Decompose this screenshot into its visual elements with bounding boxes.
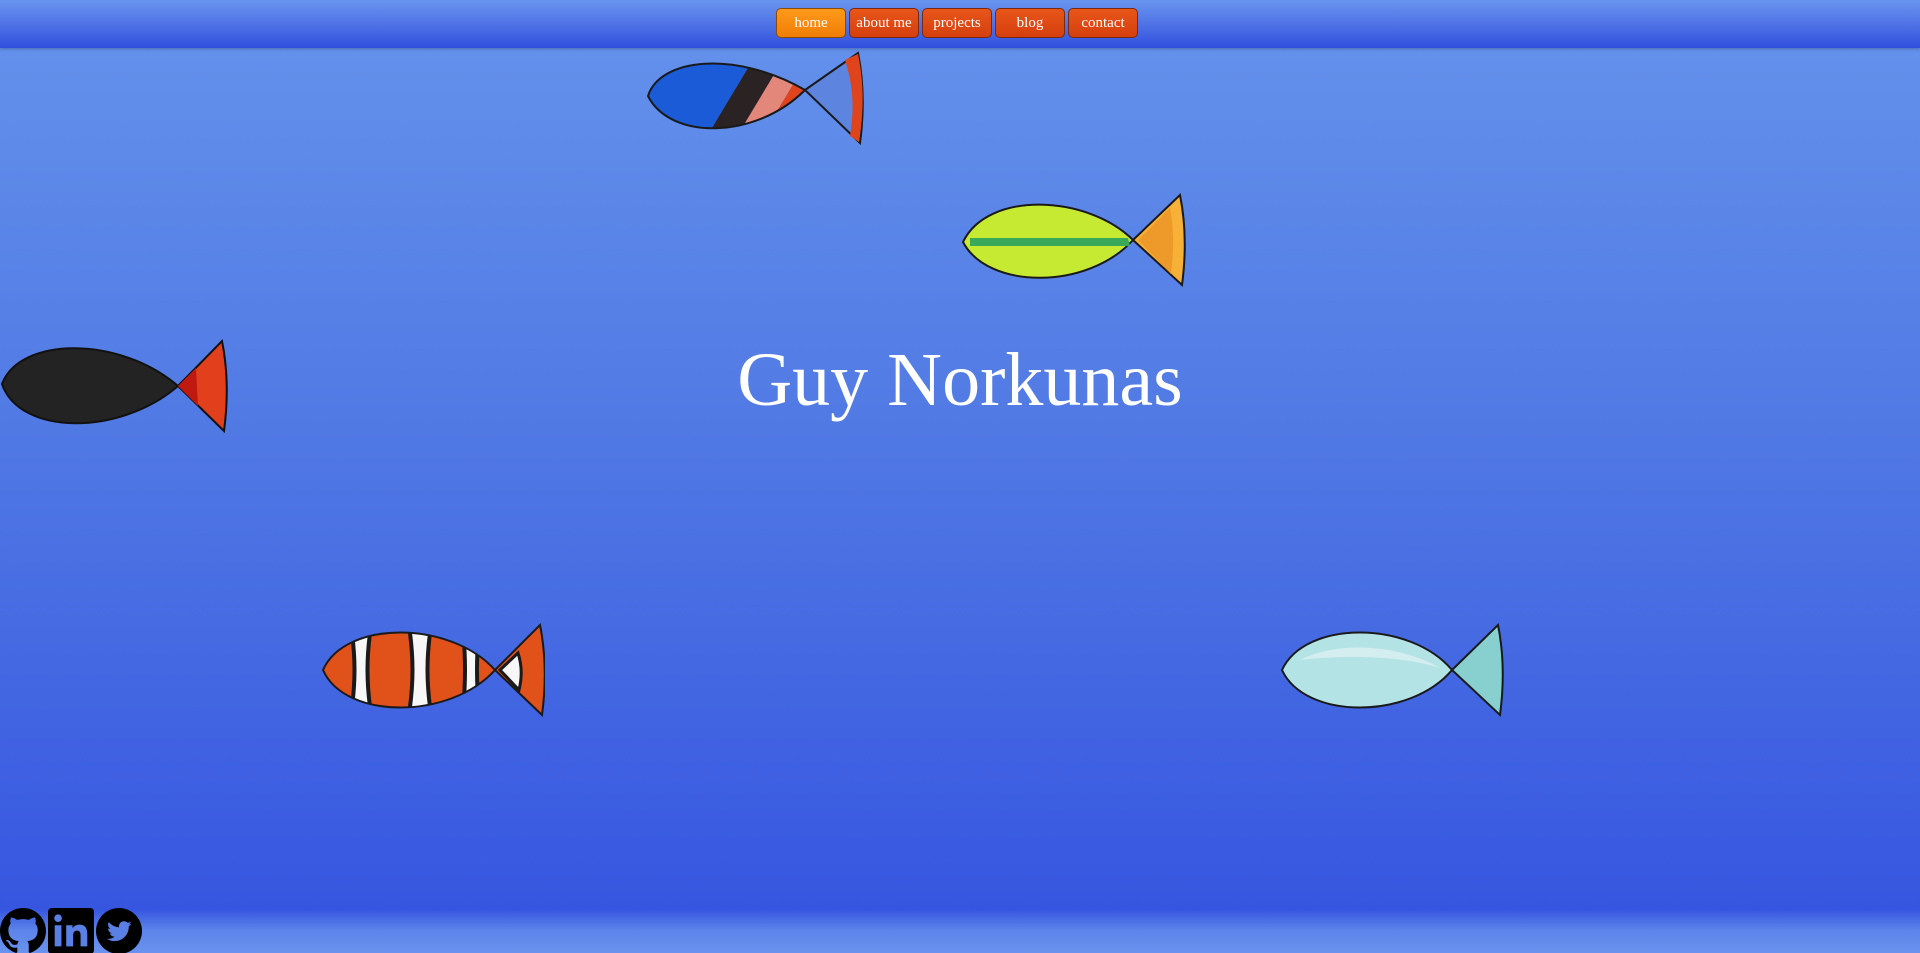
- linkedin-icon[interactable]: [48, 908, 94, 953]
- pale-blue-fish: [1280, 622, 1504, 718]
- nav-projects-button[interactable]: projects: [922, 8, 992, 38]
- social-links: [0, 908, 142, 953]
- footer-bar: [0, 908, 1920, 953]
- top-navigation-bar: home about me projects blog contact: [0, 0, 1920, 48]
- blue-tang-fish: [646, 51, 864, 146]
- nav-blog-button[interactable]: blog: [995, 8, 1065, 38]
- nav-contact-button[interactable]: contact: [1068, 8, 1138, 38]
- page-title: Guy Norkunas: [737, 338, 1183, 422]
- twitter-icon[interactable]: [96, 908, 142, 953]
- nav-home-button[interactable]: home: [776, 8, 846, 38]
- main-nav: home about me projects blog contact: [776, 8, 1138, 38]
- nav-about-me-button[interactable]: about me: [849, 8, 919, 38]
- yellow-green-fish: [961, 193, 1186, 288]
- github-icon[interactable]: [0, 908, 46, 953]
- clownfish: [321, 622, 545, 718]
